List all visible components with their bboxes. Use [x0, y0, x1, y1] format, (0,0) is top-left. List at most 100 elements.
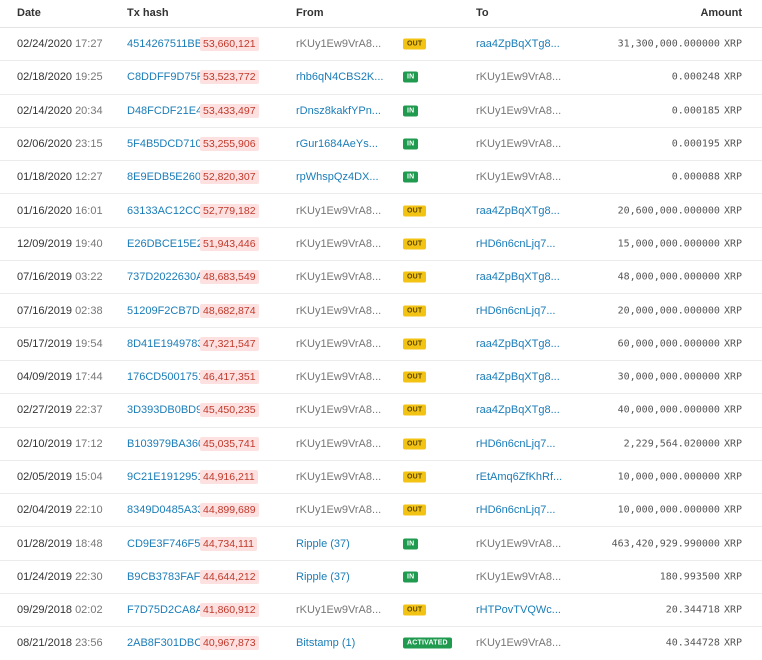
currency-code: XRP: [723, 338, 742, 350]
amount-cell: 0.000088 XRP: [672, 172, 742, 183]
from-account[interactable]: Ripple (37): [296, 571, 350, 583]
ledger-index-badge[interactable]: 41,860,912: [200, 603, 259, 618]
ledger-index-badge[interactable]: 48,682,874: [200, 303, 259, 318]
amount-value: 20,000,000.000000: [617, 305, 720, 317]
ledger-index-badge[interactable]: 40,967,873: [200, 636, 259, 651]
table-row: 07/16/2019 02:38 51209F2CB7D8... 48,682,874…: [0, 294, 762, 328]
tx-hash-link[interactable]: 3D393DB0BD9...: [127, 404, 211, 416]
ledger-index-badge[interactable]: 46,417,351: [200, 370, 259, 385]
from-account: rKUy1Ew9VrA8...: [296, 437, 382, 450]
table-row: 07/16/2019 03:22 737D2022630A... 48,683,549…: [0, 261, 762, 295]
direction-badge: OUT: [403, 404, 427, 416]
direction-badge: IN: [403, 138, 419, 150]
amount-value: 48,000,000.000000: [617, 271, 720, 283]
to-account[interactable]: raa4ZpBqXTg8...: [476, 38, 560, 50]
ledger-index-badge[interactable]: 44,644,212: [200, 569, 259, 584]
from-account[interactable]: rpWhspQz4DX...: [296, 171, 379, 183]
tx-hash-link[interactable]: 4514267511BB...: [127, 38, 211, 50]
tx-date: 05/17/2019: [17, 337, 73, 350]
tx-date: 07/16/2019: [17, 304, 73, 317]
tx-time: 02:38: [75, 304, 103, 317]
amount-cell: 0.000185 XRP: [672, 105, 742, 116]
direction-badge: OUT: [403, 371, 427, 383]
direction-badge: OUT: [403, 238, 427, 250]
from-account: rKUy1Ew9VrA8...: [296, 604, 382, 617]
to-account[interactable]: raa4ZpBqXTg8...: [476, 371, 560, 383]
amount-cell: 2,229,564.020000 XRP: [624, 438, 742, 449]
currency-code: XRP: [723, 138, 742, 150]
from-account: rKUy1Ew9VrA8...: [296, 471, 382, 483]
ledger-index-badge[interactable]: 47,321,547: [200, 336, 259, 351]
table-row: 05/17/2019 19:54 8D41E1949783... 47,321,547…: [0, 328, 762, 361]
amount-cell: 20,600,000.000000 XRP: [618, 205, 742, 216]
tx-date: 04/09/2019: [17, 371, 73, 384]
currency-code: XRP: [723, 371, 742, 383]
table-row: 01/24/2019 22:30 B9CB3783FAF5... 44,644,212…: [0, 561, 762, 595]
table-row: 01/18/2020 12:27 8E9EDB5E2606... 52,820,307…: [0, 161, 762, 195]
tx-date-cell: 09/29/2018 02:02: [17, 604, 103, 616]
ledger-index-badge[interactable]: 53,523,772: [200, 70, 259, 85]
from-account[interactable]: Ripple (37): [296, 538, 350, 550]
to-account: rKUy1Ew9VrA8...: [476, 138, 562, 151]
to-account[interactable]: rEtAmq6ZfKhRf...: [476, 471, 562, 483]
tx-date: 02/10/2019: [17, 437, 73, 450]
from-account: rKUy1Ew9VrA8...: [296, 38, 382, 51]
from-account[interactable]: Bitstamp (1): [296, 637, 355, 649]
to-account: rKUy1Ew9VrA8...: [476, 171, 562, 184]
tx-date-cell: 02/18/2020 19:25: [17, 71, 103, 83]
table-row: 09/29/2018 02:02 F7D75D2CA8A... 41,860,912 r…: [0, 594, 762, 628]
ledger-index-badge[interactable]: 53,433,497: [200, 103, 259, 118]
from-account: rKUy1Ew9VrA8...: [296, 371, 382, 384]
tx-date-cell: 07/16/2019 02:38: [17, 305, 103, 317]
amount-value: 463,420,929.990000: [611, 538, 720, 550]
to-account[interactable]: rHD6n6cnLjq7...: [476, 504, 556, 516]
to-account[interactable]: raa4ZpBqXTg8...: [476, 338, 560, 350]
amount-value: 0.000195: [671, 138, 720, 150]
tx-date: 12/09/2019: [17, 237, 73, 250]
tx-time: 17:44: [75, 371, 103, 384]
tx-date-cell: 02/06/2020 23:15: [17, 138, 103, 150]
tx-hash-link[interactable]: 63133AC12CC...: [127, 205, 210, 217]
ledger-index-badge[interactable]: 52,820,307: [200, 170, 259, 185]
direction-badge: IN: [403, 171, 419, 183]
ledger-index-badge[interactable]: 44,916,211: [200, 470, 258, 484]
ledger-index-badge[interactable]: 45,035,741: [200, 436, 259, 451]
tx-hash-link[interactable]: 2AB8F301DBC...: [127, 637, 211, 649]
header-amount[interactable]: Amount: [700, 7, 742, 19]
amount-value: 10,000,000.000000: [617, 504, 720, 516]
ledger-index-badge[interactable]: 51,943,446: [200, 236, 259, 251]
tx-date: 01/16/2020: [17, 204, 73, 217]
to-account[interactable]: rHD6n6cnLjq7...: [476, 438, 556, 450]
tx-date: 01/28/2019: [17, 537, 73, 550]
tx-hash-link[interactable]: 5F4B5DCD710...: [127, 138, 211, 150]
tx-date-cell: 02/27/2019 22:37: [17, 404, 103, 416]
header-tx-hash[interactable]: Tx hash: [127, 7, 169, 19]
table-row: 02/10/2019 17:12 B103979BA360... 45,035,741…: [0, 428, 762, 461]
to-account[interactable]: raa4ZpBqXTg8...: [476, 404, 560, 416]
ledger-index-badge[interactable]: 53,660,121: [200, 37, 259, 52]
header-from[interactable]: From: [296, 7, 324, 19]
ledger-index-badge[interactable]: 45,450,235: [200, 403, 259, 418]
to-account: rKUy1Ew9VrA8...: [476, 71, 562, 84]
tx-time: 12:27: [75, 171, 103, 184]
from-account[interactable]: rGur1684AeYs...: [296, 138, 378, 150]
tx-hash-link[interactable]: C8DDFF9D75F...: [127, 71, 211, 83]
amount-cell: 0.000195 XRP: [672, 139, 742, 150]
ledger-index-badge[interactable]: 53,255,906: [200, 137, 259, 152]
to-account[interactable]: rHD6n6cnLjq7...: [476, 305, 556, 317]
from-account[interactable]: rhb6qN4CBS2K...: [296, 71, 383, 83]
direction-badge: ACTIVATED: [403, 637, 452, 649]
to-account[interactable]: raa4ZpBqXTg8...: [476, 271, 560, 283]
ledger-index-badge[interactable]: 52,779,182: [200, 203, 259, 218]
header-to[interactable]: To: [476, 7, 489, 19]
to-account[interactable]: raa4ZpBqXTg8...: [476, 205, 560, 217]
currency-code: XRP: [723, 404, 742, 416]
from-account[interactable]: rDnsz8kakfYPn...: [296, 105, 381, 117]
ledger-index-badge[interactable]: 48,683,549: [200, 270, 259, 285]
ledger-index-badge[interactable]: 44,734,111: [200, 536, 257, 551]
tx-date: 02/04/2019: [17, 504, 73, 517]
header-date[interactable]: Date: [17, 7, 41, 19]
ledger-index-badge[interactable]: 44,899,689: [200, 503, 259, 518]
to-account[interactable]: rHD6n6cnLjq7...: [476, 238, 556, 250]
to-account[interactable]: rHTPovTVQWc...: [476, 604, 561, 616]
